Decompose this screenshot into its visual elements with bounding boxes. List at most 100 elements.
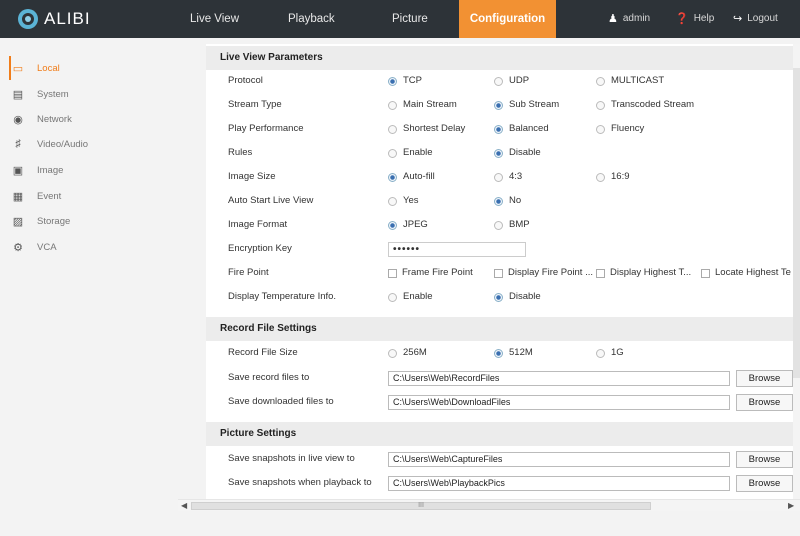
- browse-downloaded-button[interactable]: Browse: [736, 394, 793, 411]
- size-autofill-radio[interactable]: Auto-fill: [388, 166, 435, 188]
- sidebar-item-image[interactable]: ▣ Image: [11, 158, 178, 182]
- perf-shortest-delay-radio[interactable]: Shortest Delay: [388, 118, 465, 140]
- radio-selected: [388, 76, 397, 86]
- browse-snap-playback-button[interactable]: Browse: [736, 475, 793, 492]
- radio: [388, 100, 397, 110]
- sidebar-item-storage[interactable]: ▨ Storage: [11, 209, 178, 233]
- snap-live-label: Save snapshots in live view to: [228, 453, 355, 464]
- option-label: 4:3: [509, 171, 523, 182]
- frame-fire-point-checkbox[interactable]: Frame Fire Point: [388, 262, 473, 284]
- option-label: Disable: [509, 291, 541, 302]
- snap-playback-path-input[interactable]: C:\Users\Web\PlaybackPics: [388, 476, 730, 491]
- sidebar-item-network[interactable]: ◉ Network: [11, 107, 178, 131]
- encryption-key-input[interactable]: ••••••: [388, 242, 526, 257]
- stream-main-radio[interactable]: Main Stream: [388, 94, 457, 116]
- save-record-label: Save record files to: [228, 372, 310, 383]
- vertical-scrollbar[interactable]: [793, 44, 800, 499]
- perf-balanced-radio[interactable]: Balanced: [494, 118, 549, 140]
- temperature-info-label: Display Temperature Info.: [228, 291, 337, 302]
- stream-transcoded-radio[interactable]: Transcoded Stream: [596, 94, 694, 116]
- monitor-icon: ▭: [12, 62, 24, 75]
- scroll-left-arrow-icon[interactable]: ◀: [181, 501, 187, 510]
- temp-disable-radio[interactable]: Disable: [494, 286, 541, 308]
- locate-highest-temp-checkbox[interactable]: Locate Highest Te: [701, 262, 793, 284]
- option-label: No: [509, 195, 522, 206]
- logout-link[interactable]: ↪ Logout: [733, 0, 778, 38]
- save-record-path-input[interactable]: C:\Users\Web\RecordFiles: [388, 371, 730, 386]
- file-size-1g-radio[interactable]: 1G: [596, 342, 624, 364]
- help-link[interactable]: ❓ Help: [675, 0, 714, 38]
- radio: [596, 172, 605, 182]
- protocol-tcp-radio[interactable]: TCP: [388, 70, 422, 92]
- rules-disable-radio[interactable]: Disable: [494, 142, 541, 164]
- help-icon: ❓: [675, 13, 689, 25]
- record-file-size-label: Record File Size: [228, 347, 298, 358]
- option-label: Display Fire Point ...: [508, 267, 593, 278]
- format-jpeg-radio[interactable]: JPEG: [388, 214, 428, 236]
- checkbox: [701, 268, 710, 278]
- sidebar-item-video-audio[interactable]: ♯ Video/Audio: [11, 132, 178, 156]
- protocol-multicast-radio[interactable]: MULTICAST: [596, 70, 664, 92]
- option-label: BMP: [509, 219, 530, 230]
- temp-enable-radio[interactable]: Enable: [388, 286, 433, 308]
- display-highest-temp-checkbox[interactable]: Display Highest T...: [596, 262, 691, 284]
- size-16-9-radio[interactable]: 16:9: [596, 166, 630, 188]
- stream-type-label: Stream Type: [228, 99, 282, 110]
- section-header-record: Record File Settings: [206, 317, 793, 341]
- radio-selected: [494, 124, 503, 134]
- browse-record-button[interactable]: Browse: [736, 370, 793, 387]
- protocol-label: Protocol: [228, 75, 263, 86]
- save-downloaded-label: Save downloaded files to: [228, 396, 334, 407]
- radio: [596, 124, 605, 134]
- tab-playback[interactable]: Playback: [288, 0, 335, 38]
- sidebar-item-label: Storage: [37, 215, 71, 227]
- radio: [494, 76, 503, 86]
- username-label: admin: [622, 13, 651, 24]
- file-size-512m-radio[interactable]: 512M: [494, 342, 533, 364]
- horizontal-scrollbar[interactable]: ◀ III ▶: [178, 499, 800, 511]
- sidebar: ▭ Local ▤ System ◉ Network ♯ Video/Audio…: [0, 38, 178, 536]
- checkbox: [494, 268, 503, 278]
- sidebar-item-system[interactable]: ▤ System: [11, 82, 178, 106]
- radio: [596, 76, 605, 86]
- local-config-panel: Live View Parameters Protocol TCP UDP MU…: [206, 44, 793, 499]
- sidebar-item-local[interactable]: ▭ Local: [9, 56, 176, 80]
- sidebar-item-vca[interactable]: ⚙ VCA: [11, 235, 178, 259]
- auto-start-yes-radio[interactable]: Yes: [388, 190, 419, 212]
- scroll-right-arrow-icon[interactable]: ▶: [788, 501, 794, 510]
- radio: [596, 100, 605, 110]
- file-size-256m-radio[interactable]: 256M: [388, 342, 427, 364]
- format-bmp-radio[interactable]: BMP: [494, 214, 530, 236]
- option-label: Sub Stream: [509, 99, 560, 110]
- snap-live-path-input[interactable]: C:\Users\Web\CaptureFiles: [388, 452, 730, 467]
- calendar-icon: ▦: [12, 190, 24, 203]
- auto-start-no-radio[interactable]: No: [494, 190, 521, 212]
- protocol-udp-radio[interactable]: UDP: [494, 70, 529, 92]
- sidebar-item-event[interactable]: ▦ Event: [11, 184, 178, 208]
- rules-enable-radio[interactable]: Enable: [388, 142, 433, 164]
- perf-fluency-radio[interactable]: Fluency: [596, 118, 644, 140]
- user-menu[interactable]: ♟ admin: [608, 0, 650, 38]
- storage-icon: ▨: [12, 215, 24, 228]
- tab-live-view[interactable]: Live View: [190, 0, 239, 38]
- horizontal-scrollbar-thumb[interactable]: III: [191, 502, 651, 510]
- vertical-scrollbar-thumb[interactable]: [793, 68, 800, 378]
- snap-playback-label: Save snapshots when playback to: [228, 477, 372, 488]
- radio: [388, 124, 397, 134]
- option-label: Main Stream: [403, 99, 457, 110]
- logout-icon: ↪: [733, 13, 743, 25]
- radio: [388, 292, 397, 302]
- save-downloaded-path-input[interactable]: C:\Users\Web\DownloadFiles: [388, 395, 730, 410]
- option-label: 16:9: [611, 171, 630, 182]
- display-fire-point-checkbox[interactable]: Display Fire Point ...: [494, 262, 593, 284]
- top-navigation-bar: ALIBI Live View Playback Picture Configu…: [0, 0, 800, 38]
- option-label: Fluency: [611, 123, 645, 134]
- tab-configuration[interactable]: Configuration: [459, 0, 556, 38]
- stream-sub-radio[interactable]: Sub Stream: [494, 94, 559, 116]
- browse-snap-live-button[interactable]: Browse: [736, 451, 793, 468]
- size-4-3-radio[interactable]: 4:3: [494, 166, 522, 188]
- option-label: Auto-fill: [403, 171, 435, 182]
- user-icon: ♟: [608, 13, 618, 25]
- tab-picture[interactable]: Picture: [392, 0, 428, 38]
- encryption-key-label: Encryption Key: [228, 243, 292, 254]
